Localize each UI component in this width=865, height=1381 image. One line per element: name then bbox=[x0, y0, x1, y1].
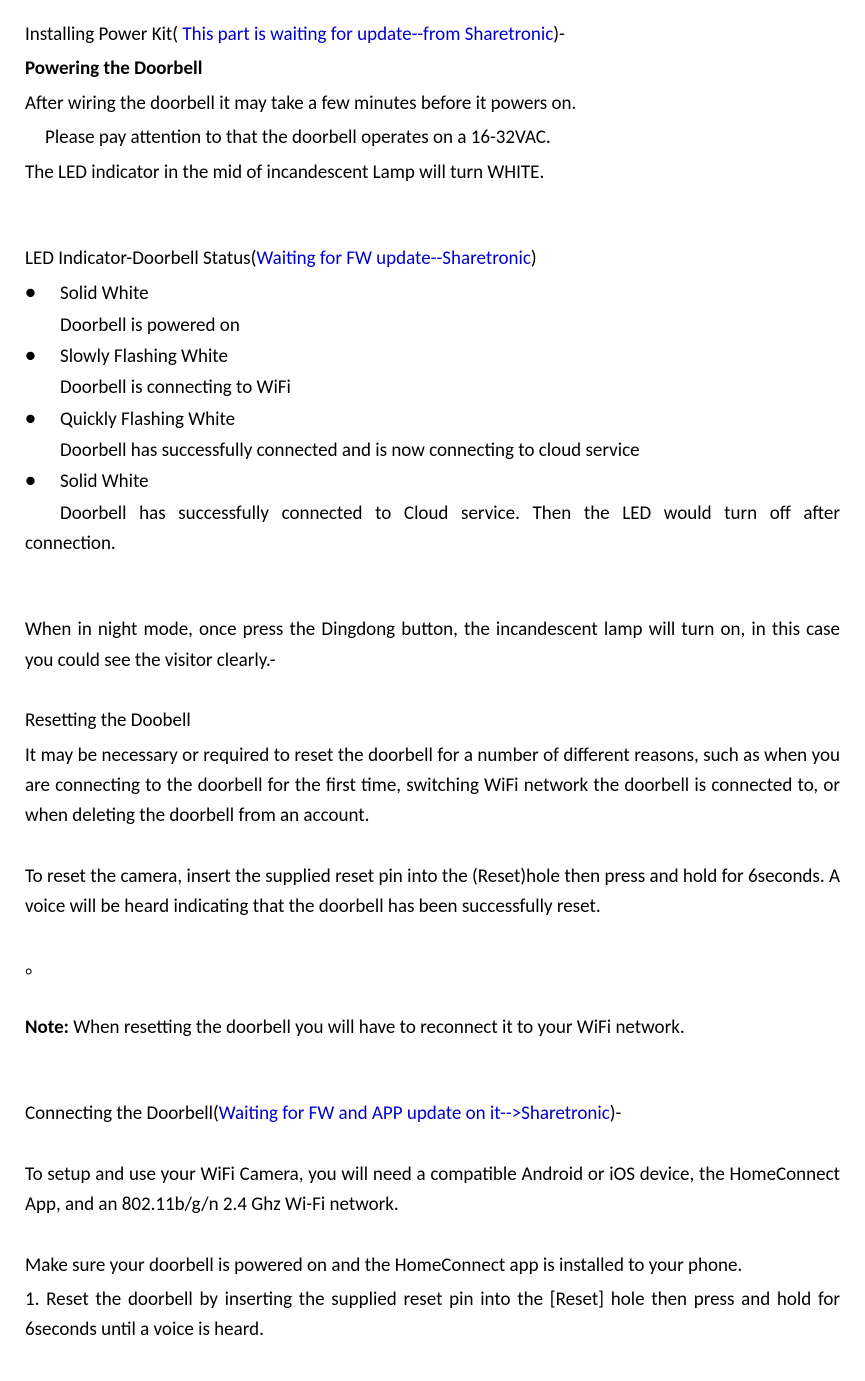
note-text: When resetting the doorbell you will hav… bbox=[69, 1016, 685, 1039]
led-status-suffix: ) bbox=[531, 247, 537, 270]
bullet-icon: ● bbox=[25, 278, 36, 308]
item-desc-line2: connection. bbox=[25, 529, 840, 559]
list-item: ● Slowly Flashing White Doorbell is conn… bbox=[25, 341, 840, 404]
connecting-heading: Connecting the Doorbell(Waiting for FW a… bbox=[25, 1099, 840, 1129]
bullet-icon: ● bbox=[25, 341, 36, 371]
item-desc: Doorbell is connecting to WiFi bbox=[60, 372, 840, 403]
resetting-p2: To reset the camera, insert the supplied… bbox=[25, 862, 840, 923]
connecting-p2: Make sure your doorbell is powered on an… bbox=[25, 1251, 840, 1281]
note-line: Note: When resetting the doorbell you wi… bbox=[25, 1013, 840, 1043]
connecting-p3: 1. Reset the doorbell by inserting the s… bbox=[25, 1285, 840, 1346]
title-suffix: )- bbox=[553, 23, 565, 46]
list-item: ● Solid White Doorbell is powered on bbox=[25, 278, 840, 341]
intro-line2: Please pay attention to that the doorbel… bbox=[25, 123, 840, 153]
item-desc: Doorbell has successfully connected and … bbox=[60, 435, 840, 466]
connecting-p1: To setup and use your WiFi Camera, you w… bbox=[25, 1160, 840, 1221]
led-status-list: ● Solid White Doorbell is powered on ● S… bbox=[25, 278, 840, 529]
bullet-icon: ● bbox=[25, 466, 36, 496]
item-title: Solid White bbox=[60, 278, 840, 309]
intro-line1: After wiring the doorbell it may take a … bbox=[25, 89, 840, 119]
resetting-heading: Resetting the Doobell bbox=[25, 706, 840, 736]
item-desc: Doorbell is powered on bbox=[60, 310, 840, 341]
title-line: Installing Power Kit( This part is waiti… bbox=[25, 20, 840, 50]
connecting-prefix: Connecting the Doorbell( bbox=[25, 1102, 219, 1125]
item-title: Quickly Flashing White bbox=[60, 404, 840, 435]
connecting-blue: Waiting for FW and APP update on it-->Sh… bbox=[219, 1102, 610, 1125]
note-label: Note: bbox=[25, 1016, 69, 1039]
list-item: ● Quickly Flashing White Doorbell has su… bbox=[25, 404, 840, 467]
subtitle: Powering the Doorbell bbox=[25, 54, 840, 84]
bullet-icon: ● bbox=[25, 404, 36, 434]
resetting-p1: It may be necessary or required to reset… bbox=[25, 741, 840, 832]
led-status-prefix: LED Indicator-Doorbell Status( bbox=[25, 247, 256, 270]
connecting-suffix: )- bbox=[610, 1102, 622, 1125]
item-title: Solid White bbox=[60, 466, 840, 497]
item-title: Slowly Flashing White bbox=[60, 341, 840, 372]
intro-line3: The LED indicator in the mid of incandes… bbox=[25, 158, 840, 188]
led-status-blue: Waiting for FW update--Sharetronic bbox=[256, 247, 531, 270]
title-blue-note: This part is waiting for update--from Sh… bbox=[182, 23, 553, 46]
title-prefix: Installing Power Kit( bbox=[25, 23, 182, 46]
circle-char: 。 bbox=[25, 953, 840, 983]
led-status-heading: LED Indicator-Doorbell Status(Waiting fo… bbox=[25, 244, 840, 274]
item-desc-line1: Doorbell has successfully connected to C… bbox=[60, 498, 840, 529]
list-item: ● Solid White Doorbell has successfully … bbox=[25, 466, 840, 529]
night-mode-text: When in night mode, once press the Dingd… bbox=[25, 615, 840, 676]
